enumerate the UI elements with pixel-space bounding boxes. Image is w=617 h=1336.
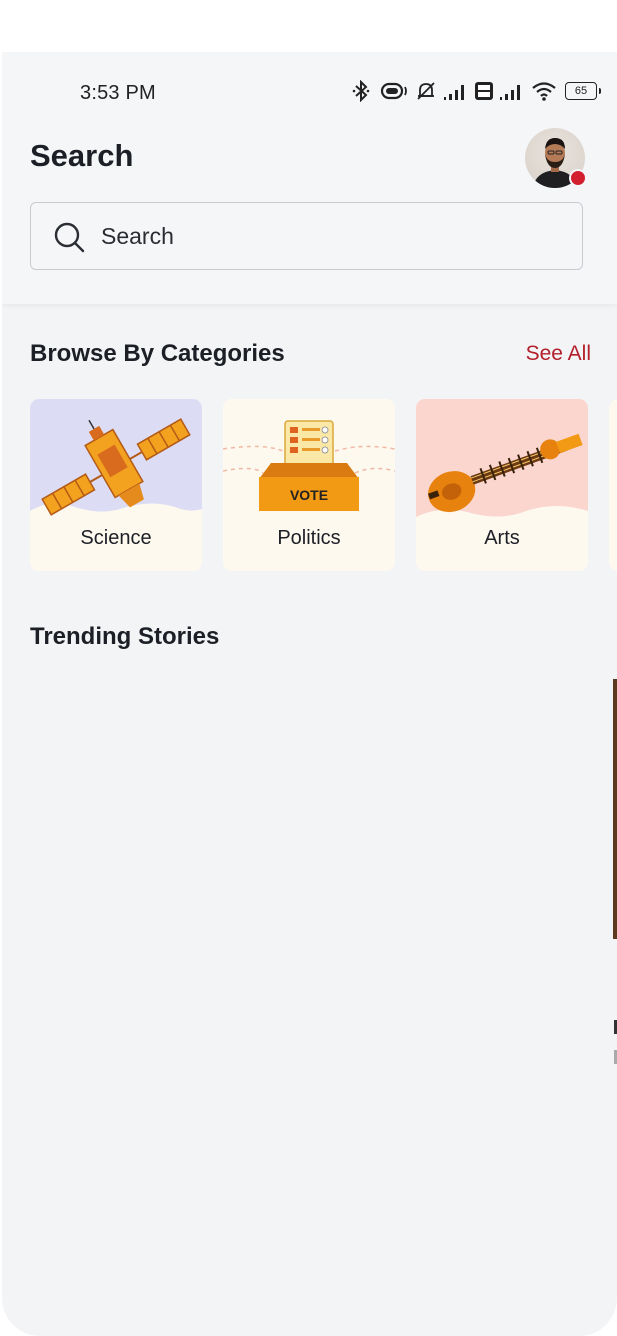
category-label: Politics (277, 527, 341, 549)
signal-icon (500, 85, 520, 100)
svg-text:VOTE: VOTE (290, 487, 328, 503)
see-all-link[interactable]: See All (526, 342, 591, 366)
section-title-trending: Trending Stories (30, 623, 220, 650)
category-card-arts[interactable]: Arts (416, 399, 588, 571)
header: 3:53 PM 65 Search (2, 52, 617, 304)
category-card-politics[interactable]: VOTE Politics (223, 399, 395, 571)
search-input[interactable] (101, 217, 561, 255)
wifi-icon (532, 82, 556, 101)
section-title-categories: Browse By Categories (30, 340, 285, 367)
signal-icon (444, 85, 464, 100)
notification-dot (569, 169, 587, 187)
page-title: Search (30, 138, 134, 173)
search-box[interactable] (30, 202, 583, 270)
vibrate-icon (380, 82, 407, 100)
status-bar: 3:53 PM 65 (2, 52, 617, 132)
battery-icon: 65 (565, 82, 601, 100)
category-label: Science (80, 527, 152, 549)
status-time: 3:53 PM (80, 82, 156, 104)
story-card-edge[interactable] (613, 679, 617, 939)
category-label: Arts (484, 527, 520, 549)
category-card-partial[interactable] (609, 399, 617, 571)
search-icon (54, 222, 85, 253)
app-screen: 3:53 PM 65 Search Search Browse By Categ… (2, 52, 617, 1336)
mute-bell-icon (417, 82, 435, 100)
volte-icon (475, 82, 493, 100)
status-icons: 65 (351, 79, 601, 103)
category-card-science[interactable]: Science (30, 399, 202, 571)
bluetooth-icon (352, 80, 370, 102)
